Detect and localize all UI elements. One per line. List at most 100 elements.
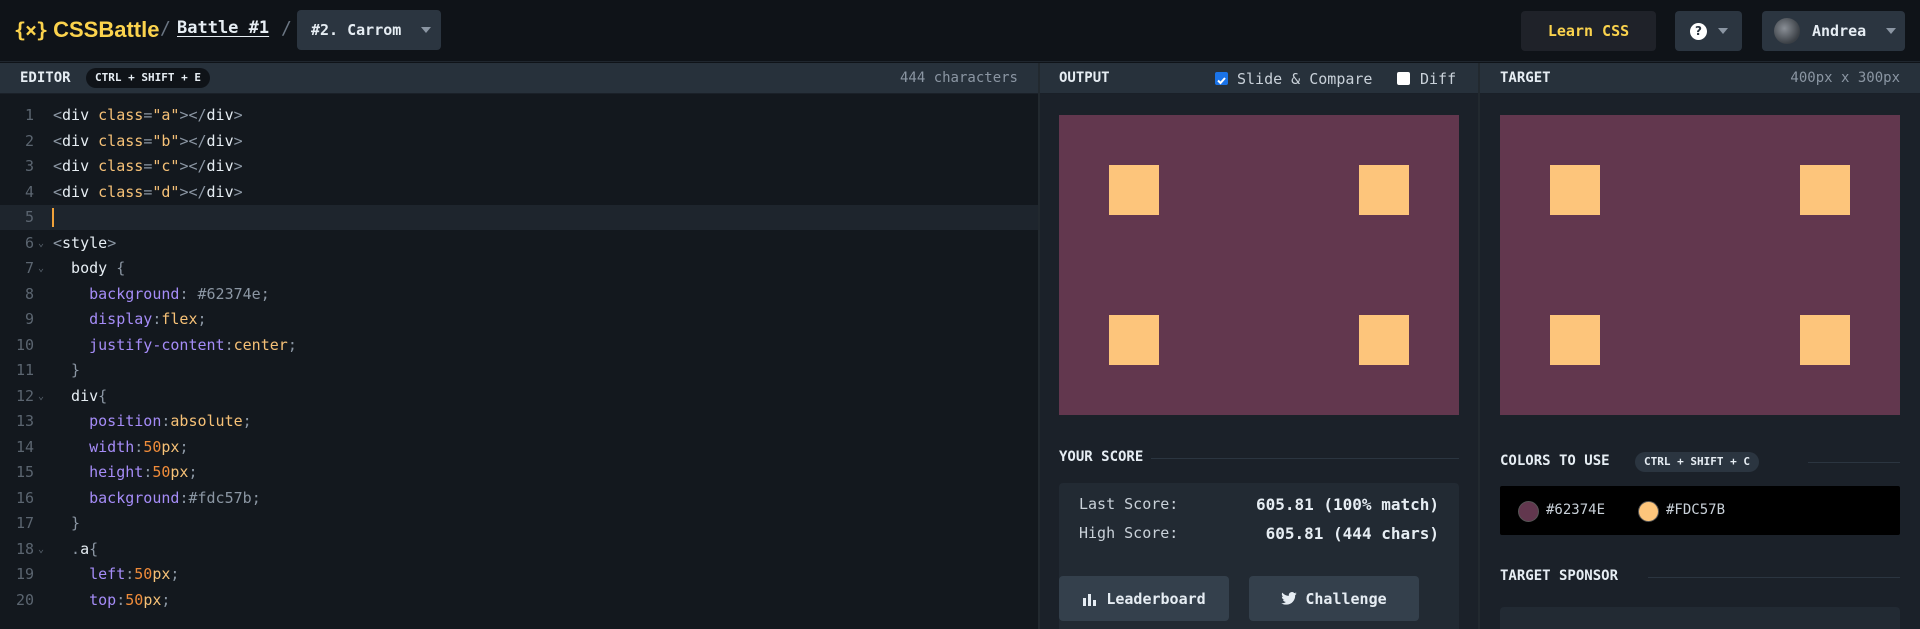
code-editor[interactable]: 1 <div class="a"></div> 2 <div class="b"></… [0, 94, 1038, 629]
color-swatch[interactable] [1518, 501, 1539, 522]
line-number: 10 [15, 335, 34, 354]
target-square-b [1800, 165, 1850, 215]
user-menu-button[interactable]: Andrea [1762, 11, 1905, 51]
target-panel: COLORS TO USE CTRL + SHIFT + C #62374E #… [1480, 94, 1920, 629]
learn-css-button[interactable]: Learn CSS [1521, 11, 1656, 51]
help-menu-button[interactable]: ? [1675, 11, 1742, 51]
fold-toggle-icon[interactable]: ⌄ [38, 384, 44, 409]
fold-toggle-icon[interactable]: ⌄ [38, 537, 44, 562]
logo-icon: {×} [14, 18, 48, 42]
fold-toggle-icon[interactable]: ⌄ [38, 231, 44, 256]
code-token: > [233, 106, 243, 124]
target-select-dropdown[interactable]: #2. Carrom [297, 10, 441, 50]
code-text: div{ [53, 384, 107, 409]
code-token: 50 [125, 590, 144, 609]
code-token: style [62, 233, 108, 252]
fold-toggle-icon[interactable]: ⌄ [38, 256, 44, 281]
code-line[interactable]: 18 ⌄ .a{ [0, 537, 1038, 562]
slide-compare-checkbox[interactable] [1215, 72, 1228, 85]
line-number: 3 [24, 157, 34, 175]
code-token: . [53, 539, 81, 558]
editor-header: EDITOR CTRL + SHIFT + E 444 characters [0, 63, 1038, 94]
code-token: class [98, 157, 144, 175]
code-token: ; [161, 590, 171, 609]
breadcrumb-battle-link[interactable]: Battle #1 [177, 18, 269, 38]
code-text: height:50px; [53, 460, 197, 485]
code-line[interactable]: 17 } [0, 511, 1038, 536]
code-text: position:absolute; [53, 409, 252, 434]
code-line[interactable]: 19 left:50px; [0, 562, 1038, 587]
color-swatch[interactable] [1638, 501, 1659, 522]
code-line[interactable]: 5 [0, 205, 1038, 230]
chevron-down-icon [421, 27, 431, 33]
slide-compare-label[interactable]: Slide & Compare [1237, 70, 1372, 88]
code-line[interactable]: 9 display:flex; [0, 307, 1038, 332]
output-square-c [1109, 315, 1159, 365]
code-text: background:#fdc57b; [53, 486, 261, 511]
text-cursor [52, 208, 54, 227]
editor-shortcut-badge: CTRL + SHIFT + E [86, 68, 210, 88]
code-token: ; [242, 412, 252, 430]
code-token: < [53, 106, 63, 124]
color-hex-label[interactable]: #FDC57B [1666, 502, 1725, 518]
color-hex-label[interactable]: #62374E [1546, 502, 1605, 518]
code-line[interactable]: 15 height:50px; [0, 460, 1038, 485]
code-line[interactable]: 1 <div class="a"></div> [0, 103, 1038, 128]
code-token: div [206, 182, 234, 201]
code-token: height [53, 463, 144, 481]
diff-checkbox[interactable] [1397, 72, 1410, 85]
output-canvas[interactable] [1059, 115, 1459, 415]
line-number: 17 [15, 514, 34, 532]
code-token: ; [287, 335, 297, 354]
diff-label[interactable]: Diff [1420, 70, 1456, 88]
code-token: : [125, 565, 135, 583]
code-line[interactable]: 16 background:#fdc57b; [0, 486, 1038, 511]
target-select-label: #2. Carrom [311, 21, 402, 39]
code-token: div [62, 131, 90, 150]
code-line[interactable]: 14 width:50px; [0, 435, 1038, 460]
code-token: left [53, 565, 126, 583]
last-score-value: 605.81 (100% match) [1255, 495, 1439, 514]
challenge-button[interactable]: Challenge [1249, 576, 1419, 621]
score-card: Last Score: 605.81 (100% match) High Sco… [1059, 483, 1459, 629]
code-token: px [143, 590, 162, 609]
code-line[interactable]: 4 <div class="d"></div> [0, 180, 1038, 205]
code-line[interactable]: 8 background: #62374e; [0, 282, 1038, 307]
code-token: < [53, 131, 63, 150]
character-count: 444 characters [899, 70, 1018, 86]
code-token: ></ [179, 131, 207, 150]
code-line[interactable]: 12 ⌄ div{ [0, 384, 1038, 409]
code-line[interactable]: 11 } [0, 358, 1038, 383]
code-token: #62374e [197, 284, 261, 303]
code-token: = [143, 157, 153, 175]
cssbattle-logo[interactable]: {×} CSSBattle [14, 17, 159, 43]
code-line[interactable]: 13 position:absolute; [0, 409, 1038, 434]
code-line[interactable]: 7 ⌄ body { [0, 256, 1038, 281]
code-text: <div class="a"></div> [53, 103, 243, 128]
code-line[interactable]: 3 <div class="c"></div> [0, 154, 1038, 179]
target-header: TARGET 400px x 300px [1480, 63, 1920, 94]
high-score-label: High Score: [1079, 524, 1179, 542]
code-token: px [161, 437, 180, 456]
code-text: top:50px; [53, 588, 170, 613]
sponsor-card [1500, 607, 1900, 629]
code-line[interactable]: 10 justify-content:center; [0, 333, 1038, 358]
code-line[interactable]: 2 <div class="b"></div> [0, 129, 1038, 154]
code-text: width:50px; [53, 435, 188, 460]
last-score-label: Last Score: [1079, 495, 1179, 513]
code-token: } [53, 361, 81, 379]
code-token: ; [251, 488, 261, 507]
code-token: = [143, 182, 153, 201]
colors-to-use-title: COLORS TO USE [1500, 453, 1610, 469]
code-token: div [62, 157, 90, 175]
code-token: > [233, 157, 243, 175]
twitter-icon [1281, 592, 1298, 605]
code-token: < [53, 182, 63, 201]
code-line[interactable]: 20 top:50px; [0, 588, 1038, 613]
code-text: left:50px; [53, 562, 179, 587]
leaderboard-label: Leaderboard [1106, 589, 1206, 608]
leaderboard-button[interactable]: Leaderboard [1059, 576, 1229, 621]
line-number: 18 [15, 539, 34, 558]
code-line[interactable]: 6 ⌄ <style> [0, 231, 1038, 256]
